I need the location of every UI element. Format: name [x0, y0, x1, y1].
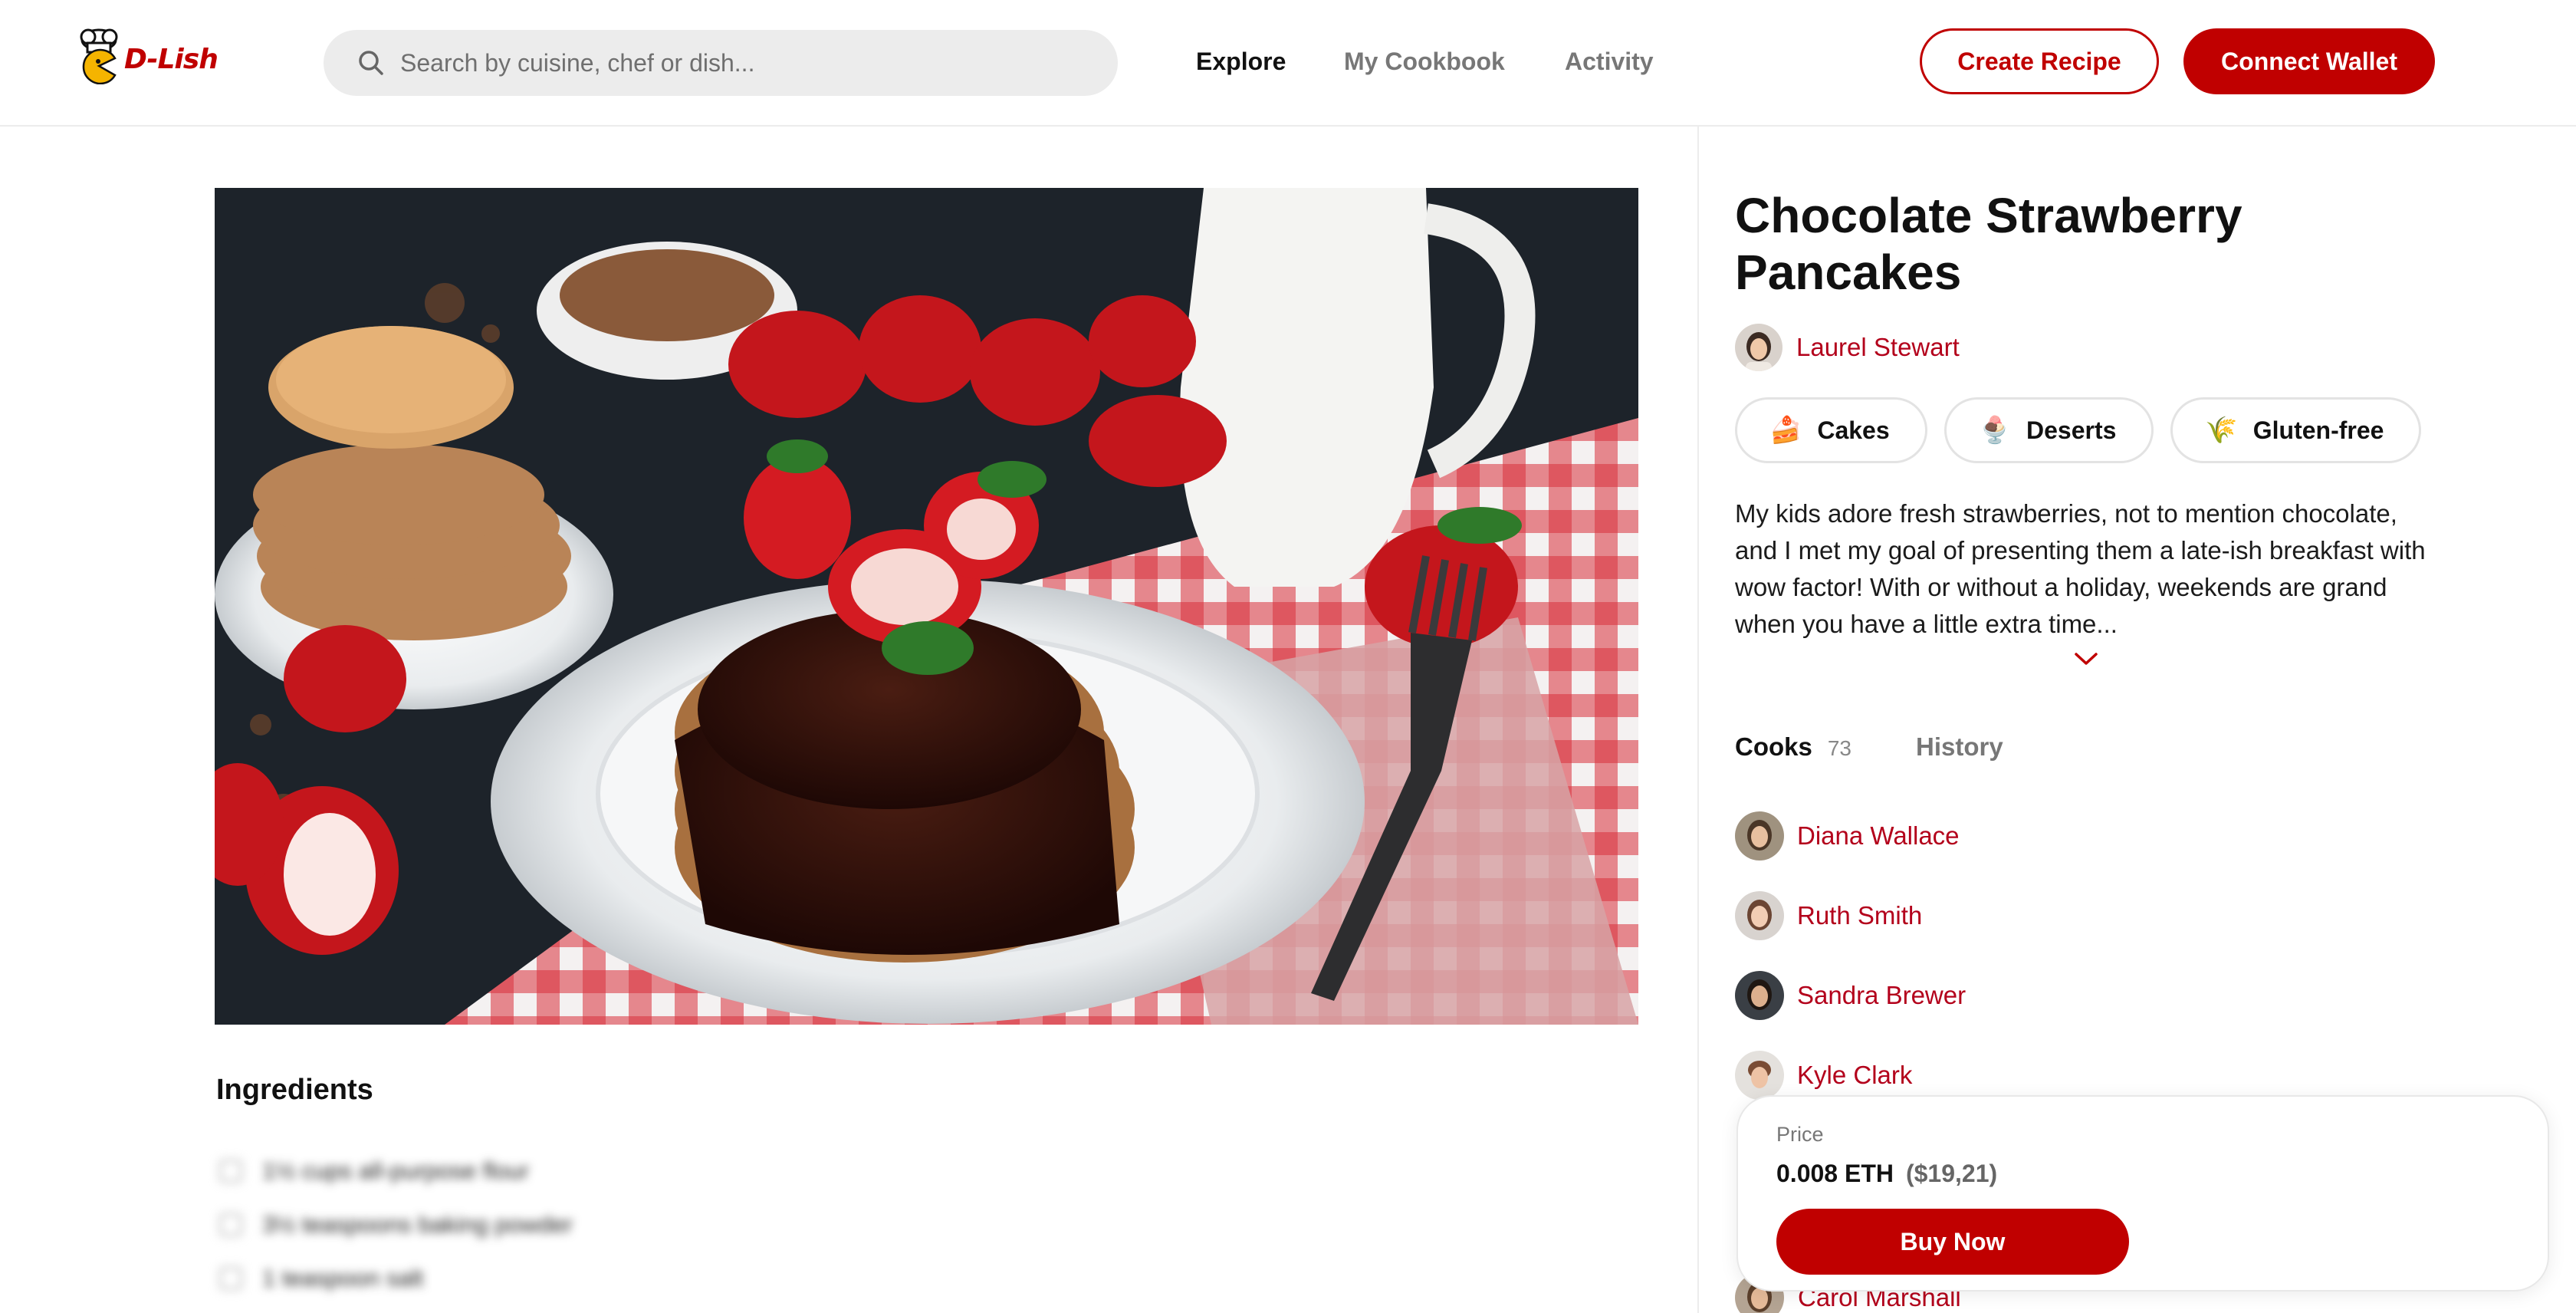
cake-icon: 🍰 — [1769, 416, 1802, 445]
avatar[interactable] — [1735, 971, 1784, 1020]
ingredient-item[interactable]: 1 teaspoon salt — [219, 1252, 573, 1305]
tab-history[interactable]: History — [1916, 732, 2003, 762]
connect-wallet-button[interactable]: Connect Wallet — [2183, 28, 2435, 94]
price-eth: 0.008 ETH — [1776, 1160, 1894, 1187]
ingredient-text: 1½ cups all-purpose flour — [262, 1157, 530, 1184]
panel-divider — [1697, 127, 1699, 1313]
avatar[interactable] — [1735, 1051, 1784, 1100]
ingredient-item[interactable]: 3½ teaspoons baking powder — [219, 1198, 573, 1252]
recipe-description: My kids adore fresh strawberries, not to… — [1735, 499, 2426, 638]
buy-now-button[interactable]: Buy Now — [1776, 1209, 2129, 1275]
nav-explore[interactable]: Explore — [1196, 48, 1286, 76]
tag-label: Cakes — [1817, 416, 1890, 444]
search-bar[interactable] — [324, 30, 1118, 96]
ingredient-text: 1 teaspoon salt — [262, 1265, 424, 1292]
price-label: Price — [1776, 1123, 1824, 1146]
price-usd: ($19,21) — [1905, 1160, 1998, 1187]
tag-cakes[interactable]: 🍰 Cakes — [1735, 397, 1927, 463]
cook-name-link[interactable]: Ruth Smith — [1797, 901, 1922, 930]
author-avatar[interactable] — [1735, 324, 1783, 371]
ingredients-heading: Ingredients — [216, 1074, 373, 1106]
app-logo[interactable]: D-Lish — [75, 23, 219, 84]
price-value: 0.008 ETH ($19,21) — [1776, 1160, 1997, 1188]
ingredient-checkbox[interactable] — [219, 1213, 242, 1236]
search-input[interactable] — [400, 48, 1090, 77]
dessert-icon: 🍨 — [1978, 416, 2011, 445]
recipe-hero-image — [215, 188, 1638, 1025]
ingredient-checkbox[interactable] — [219, 1160, 242, 1183]
top-nav-bar: D-Lish Explore My Cookbook Activity Crea… — [0, 0, 2576, 127]
recipe-tags: 🍰 Cakes 🍨 Deserts 🌾 Gluten-free — [1735, 397, 2438, 463]
avatar[interactable] — [1735, 891, 1784, 940]
cook-name-link[interactable]: Sandra Brewer — [1797, 981, 1966, 1010]
tag-deserts[interactable]: 🍨 Deserts — [1944, 397, 2154, 463]
ingredients-list: 1½ cups all-purpose flour 3½ teaspoons b… — [219, 1144, 573, 1305]
logo-text: D-Lish — [124, 43, 219, 75]
recipe-author[interactable]: Laurel Stewart — [1735, 324, 1960, 371]
cook-name-link[interactable]: Diana Wallace — [1797, 821, 1960, 851]
recipe-title: Chocolate Strawberry Pancakes — [1735, 188, 2242, 300]
tag-label: Gluten-free — [2252, 416, 2384, 444]
cook-name-link[interactable]: Kyle Clark — [1797, 1061, 1912, 1090]
list-item[interactable]: Diana Wallace — [1735, 796, 1966, 876]
tag-gluten-free[interactable]: 🌾 Gluten-free — [2170, 397, 2422, 463]
nav-my-cookbook[interactable]: My Cookbook — [1344, 48, 1505, 76]
ingredient-text: 3½ teaspoons baking powder — [262, 1211, 573, 1238]
ingredient-checkbox[interactable] — [219, 1267, 242, 1290]
purchase-card: Price 0.008 ETH ($19,21) Buy Now — [1737, 1095, 2549, 1292]
cooks-list: Diana Wallace Ruth Smith Sandra Brewer K… — [1735, 796, 1966, 1115]
avatar[interactable] — [1735, 811, 1784, 861]
author-name-link[interactable]: Laurel Stewart — [1796, 333, 1960, 362]
cooks-count-badge: 73 — [1827, 736, 1852, 760]
create-recipe-button[interactable]: Create Recipe — [1920, 28, 2159, 94]
chef-hat-logo-icon — [80, 28, 118, 84]
list-item[interactable]: Ruth Smith — [1735, 876, 1966, 956]
activity-tabs: Cooks 73 History — [1735, 732, 2003, 762]
nav-activity[interactable]: Activity — [1565, 48, 1654, 76]
wheat-icon: 🌾 — [2205, 416, 2238, 445]
ingredient-item[interactable]: 1½ cups all-purpose flour — [219, 1144, 573, 1198]
chevron-down-icon[interactable] — [2073, 650, 2099, 667]
list-item[interactable]: Sandra Brewer — [1735, 956, 1966, 1035]
tab-cooks[interactable]: Cooks — [1735, 732, 1812, 762]
search-icon — [359, 51, 383, 75]
tag-label: Deserts — [2026, 416, 2117, 444]
